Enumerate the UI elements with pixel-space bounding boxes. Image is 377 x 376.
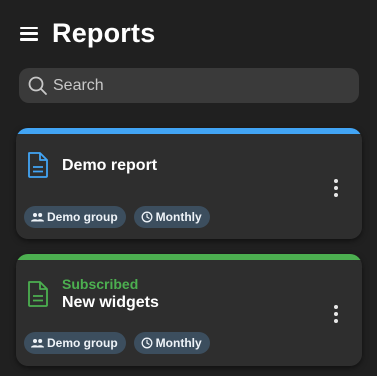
page-title: Reports [52,18,156,48]
hamburger-menu-icon[interactable] [18,25,40,43]
schedule-chip[interactable]: Monthly [133,332,210,354]
group-icon [31,339,44,348]
report-card[interactable]: Subscribed New widgets Demo group Monthl… [16,254,362,366]
card-text: Demo report [62,157,157,175]
clock-icon [141,337,153,349]
more-options-icon[interactable] [328,303,344,325]
card-body: Demo report Demo group Monthly [16,134,362,239]
card-body: Subscribed New widgets Demo group Monthl… [16,260,362,366]
card-text: Subscribed New widgets [62,276,159,312]
more-options-icon[interactable] [328,177,344,199]
group-chip-label: Demo group [47,210,118,224]
schedule-chip-label: Monthly [155,336,202,350]
group-chip-label: Demo group [47,336,118,350]
search-input[interactable] [53,76,343,95]
search-icon [28,76,47,95]
clock-icon [141,211,153,223]
card-chips: Demo group Monthly [24,206,210,228]
document-icon [28,281,48,307]
reports-screen: Reports Demo report [0,0,377,376]
group-icon [31,213,44,222]
document-icon [28,152,48,178]
app-header: Reports [18,18,155,49]
report-title: New widgets [62,294,159,311]
subscribed-status: Subscribed [62,276,139,292]
group-chip[interactable]: Demo group [24,332,126,354]
report-card[interactable]: Demo report Demo group Monthly [16,128,362,239]
schedule-chip-label: Monthly [155,210,202,224]
card-chips: Demo group Monthly [24,332,210,354]
search-bar[interactable] [19,68,359,103]
report-title: Demo report [62,157,158,174]
schedule-chip[interactable]: Monthly [133,206,210,228]
group-chip[interactable]: Demo group [24,206,126,228]
